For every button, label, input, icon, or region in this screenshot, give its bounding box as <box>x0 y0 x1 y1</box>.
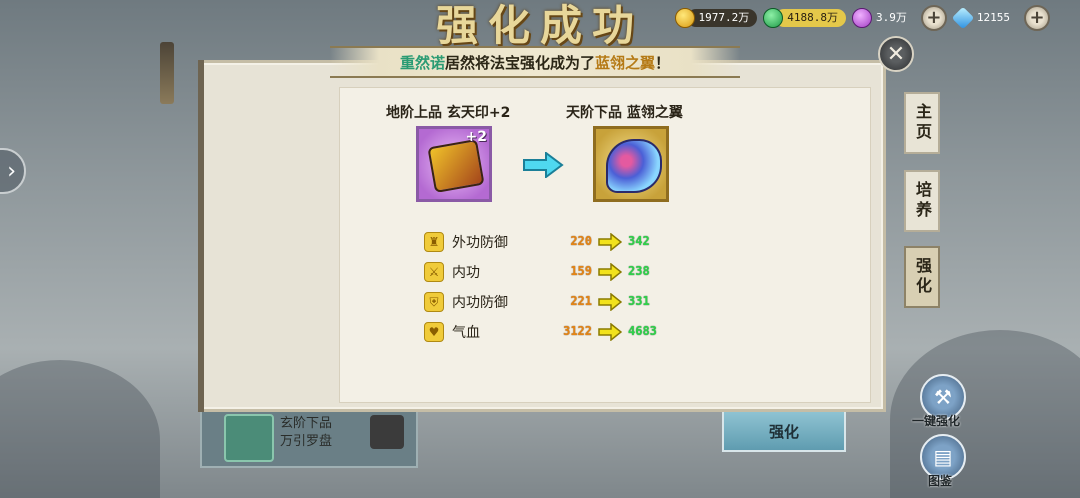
one-key-strengthen-label: 一键强化 <box>912 414 961 428</box>
enhance-level: +2 <box>465 129 487 145</box>
purple-orb-icon <box>852 8 872 28</box>
success-title: 强化成功 <box>435 1 644 50</box>
gold-resource: 1977.2万 <box>674 7 758 29</box>
close-icon: ✕ <box>886 41 906 67</box>
close-button[interactable]: ✕ <box>878 36 914 72</box>
armor-icon: ♜ <box>424 232 444 252</box>
old-value: 221 <box>570 294 592 308</box>
stat-label: 内功 <box>452 265 480 281</box>
stat-row: ⛨ 内功防御 <box>424 290 552 314</box>
new-value: 342 <box>628 234 650 248</box>
player-name: 重然诺 <box>399 53 445 72</box>
stat-label: 外功防御 <box>452 235 508 251</box>
catalog-label: 图鉴 <box>928 474 953 488</box>
background-mountain <box>0 360 160 498</box>
before-item-title: 地阶上品 玄天印+2 <box>386 105 511 121</box>
scroll-post <box>160 42 174 104</box>
seal-item-icon <box>427 139 485 193</box>
after-item-slot[interactable] <box>593 126 669 202</box>
strengthen-button[interactable]: 强化 <box>722 410 846 452</box>
old-value: 220 <box>570 234 592 248</box>
purple-resource: 3.9万 <box>852 7 915 29</box>
add-purple-button[interactable]: + <box>920 5 947 31</box>
new-value: 331 <box>628 294 650 308</box>
jade-value: 4188.8万 <box>775 9 846 27</box>
announcement-bar: 重然诺 居然将法宝强化成为了 蓝翎之翼 ！ <box>330 46 740 78</box>
stat-label: 内功防御 <box>452 295 508 311</box>
increase-arrow-icon <box>598 293 622 311</box>
old-value: 159 <box>570 264 592 278</box>
sword-icon: ⚔ <box>424 262 444 282</box>
book-icon: ▤ <box>933 445 953 469</box>
announcement-end: ！ <box>655 53 671 72</box>
stat-row: ♥ 气血 <box>424 320 552 344</box>
gold-value: 1977.2万 <box>686 9 758 27</box>
slot-square[interactable] <box>370 415 404 449</box>
tab-cultivate[interactable]: 培养 <box>904 170 940 232</box>
increase-arrow-icon <box>598 323 622 341</box>
upgrade-arrow-icon <box>523 152 564 178</box>
stat-row: ⚔ 内功 <box>424 260 552 284</box>
stat-label: 气血 <box>452 325 480 341</box>
before-item-slot[interactable]: +2 <box>416 126 492 202</box>
increase-arrow-icon <box>598 233 622 251</box>
gold-coin-icon <box>674 8 695 28</box>
equipment-icon <box>224 414 274 462</box>
resource-bar: 1977.2万 4188.8万 3.9万 + 12155 + <box>674 5 1050 31</box>
hammer-icon: ⚒ <box>934 385 952 409</box>
item-name-highlight: 蓝翎之翼 <box>595 53 656 72</box>
old-value: 3122 <box>563 324 592 338</box>
shield-icon: ⛨ <box>424 292 444 312</box>
diamond-resource: 12155 <box>951 6 1018 30</box>
heart-icon: ♥ <box>424 322 444 342</box>
wing-item-icon <box>606 139 662 193</box>
increase-arrow-icon <box>598 263 622 281</box>
after-item-title: 天阶下品 蓝翎之翼 <box>566 105 683 121</box>
equipment-name: 万引罗盘 <box>280 434 333 449</box>
new-value: 238 <box>628 264 650 278</box>
equipment-grade: 玄阶下品 <box>280 416 333 431</box>
tab-home[interactable]: 主页 <box>904 92 940 154</box>
announcement-text: 居然将法宝强化成为了 <box>444 53 595 72</box>
left-nav-arrow[interactable]: › <box>0 148 26 194</box>
add-diamond-button[interactable]: + <box>1024 5 1050 31</box>
new-value: 4683 <box>628 324 657 338</box>
panel-edge <box>198 60 204 412</box>
jade-resource: 4188.8万 <box>763 7 846 29</box>
stat-row: ♜ 外功防御 <box>424 230 552 254</box>
tab-strengthen[interactable]: 强化 <box>904 246 940 308</box>
